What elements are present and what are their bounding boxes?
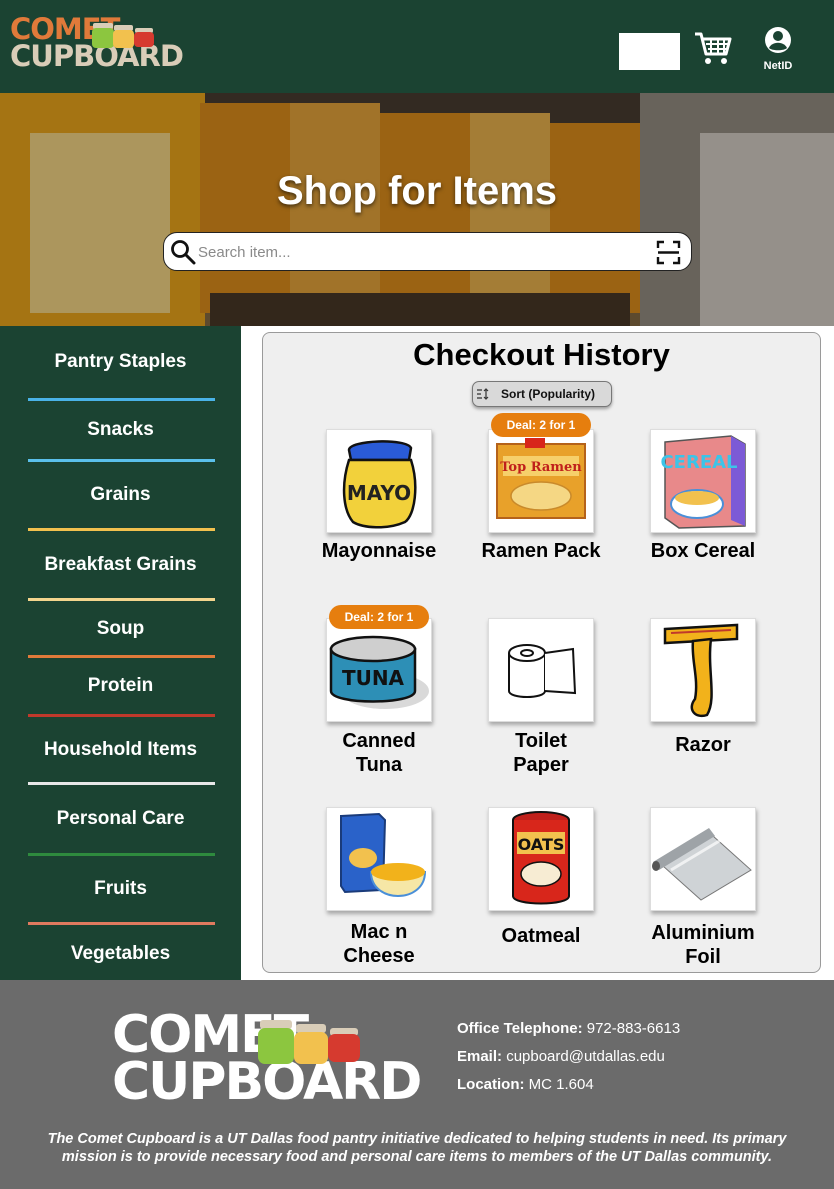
category-divider xyxy=(28,398,215,401)
svg-text:OATS: OATS xyxy=(518,835,565,854)
account-icon xyxy=(765,27,791,53)
category-sidebar: Pantry Staples Snacks Grains Breakfast G… xyxy=(0,326,241,980)
email-value[interactable]: cupboard@utdallas.edu xyxy=(506,1048,665,1065)
footer-description: The Comet Cupboard is a UT Dallas food p… xyxy=(47,1131,787,1165)
product-name-line-2: Paper xyxy=(513,754,569,776)
footer-phone: Office Telephone: 972-883-6613 xyxy=(457,1020,680,1037)
category-protein[interactable]: Protein xyxy=(0,675,241,697)
main-content: Checkout History Sort (Popularity) MAYO … xyxy=(241,326,834,980)
tuna-can-icon[interactable]: TUNA xyxy=(326,618,432,722)
category-personal-care[interactable]: Personal Care xyxy=(0,808,241,830)
product-name-line-2: Tuna xyxy=(355,754,403,776)
product-name: Ramen Pack xyxy=(481,540,601,562)
comet-cupboard-logo[interactable]: COMET CUPBOARD xyxy=(10,15,184,78)
sort-button[interactable]: Sort (Popularity) xyxy=(472,381,612,407)
mac-cheese-icon[interactable] xyxy=(326,807,432,911)
product-name-line-2: Foil xyxy=(685,946,721,968)
location-label: Location: xyxy=(457,1076,525,1093)
category-grains[interactable]: Grains xyxy=(0,484,241,506)
category-divider xyxy=(28,598,215,601)
jars-icon xyxy=(92,23,154,48)
category-fruits[interactable]: Fruits xyxy=(0,878,241,900)
netid-label: NetID xyxy=(763,60,793,72)
category-divider xyxy=(28,655,215,658)
svg-text:MAYO: MAYO xyxy=(347,481,411,505)
sort-label: Sort (Popularity) xyxy=(501,387,596,401)
footer-location: Location: MC 1.604 xyxy=(457,1076,594,1093)
svg-text:CEREAL: CEREAL xyxy=(660,452,737,473)
checkout-history-panel: Checkout History Sort (Popularity) MAYO … xyxy=(262,332,821,973)
sort-icon xyxy=(477,388,489,400)
product-name: Mayonnaise xyxy=(321,540,437,562)
product-name-line-2: Cheese xyxy=(343,945,415,967)
category-divider xyxy=(28,922,215,925)
category-household-items[interactable]: Household Items xyxy=(0,739,241,761)
cereal-box-icon[interactable]: CEREAL xyxy=(650,429,756,533)
category-snacks[interactable]: Snacks xyxy=(0,419,241,441)
footer: COMET CUPBOARD Office Telephone: 972-883… xyxy=(0,980,834,1189)
footer-logo[interactable]: COMET CUPBOARD xyxy=(112,1009,422,1112)
mayo-jar-icon[interactable]: MAYO xyxy=(326,429,432,533)
product-name: Box Cereal xyxy=(650,540,756,562)
razor-icon[interactable] xyxy=(650,618,756,722)
footer-email: Email: cupboard@utdallas.edu xyxy=(457,1048,665,1065)
svg-text:Top Ramen: Top Ramen xyxy=(500,460,582,475)
product-name-line-1: Toilet xyxy=(515,730,567,752)
category-divider xyxy=(28,853,215,856)
category-pantry-staples[interactable]: Pantry Staples xyxy=(0,351,241,373)
category-divider xyxy=(28,782,215,785)
phone-label: Office Telephone: xyxy=(457,1020,583,1037)
deal-badge: Deal: 2 for 1 xyxy=(491,413,591,437)
search-bar[interactable] xyxy=(163,232,692,271)
toilet-paper-icon[interactable] xyxy=(488,618,594,722)
oatmeal-icon[interactable]: OATS xyxy=(488,807,594,911)
product-name-line-1: Mac n xyxy=(350,921,408,943)
panel-title: Checkout History xyxy=(413,337,670,372)
top-header: COMET CUPBOARD NetID xyxy=(0,0,834,93)
email-label: Email: xyxy=(457,1048,503,1065)
category-divider xyxy=(28,714,215,717)
barcode-scan-icon[interactable] xyxy=(656,240,681,265)
deal-badge: Deal: 2 for 1 xyxy=(329,605,429,629)
page-title: Shop for Items xyxy=(276,169,558,213)
aluminium-foil-icon[interactable] xyxy=(650,807,756,911)
profile-button[interactable]: NetID xyxy=(758,26,798,72)
location-value: MC 1.604 xyxy=(528,1076,594,1093)
category-breakfast-grains[interactable]: Breakfast Grains xyxy=(0,554,241,576)
category-vegetables[interactable]: Vegetables xyxy=(0,943,241,965)
shopping-cart-icon[interactable] xyxy=(693,28,733,68)
product-name-line-1: Canned xyxy=(342,730,416,752)
product-name: Razor xyxy=(675,734,731,756)
phone-value[interactable]: 972-883-6613 xyxy=(587,1020,680,1037)
category-divider xyxy=(28,528,215,531)
header-blank-box xyxy=(619,33,680,70)
jars-icon xyxy=(258,1020,360,1064)
ramen-pack-icon[interactable]: Top Ramen xyxy=(488,429,594,533)
svg-text:TUNA: TUNA xyxy=(342,666,405,690)
product-name-line-1: Aluminium xyxy=(651,922,755,944)
search-input[interactable] xyxy=(198,240,638,264)
hero-banner: Shop for Items xyxy=(0,93,834,326)
category-divider xyxy=(28,459,215,462)
search-icon[interactable] xyxy=(170,239,196,265)
product-name: Oatmeal xyxy=(501,925,581,947)
category-soup[interactable]: Soup xyxy=(0,618,241,640)
